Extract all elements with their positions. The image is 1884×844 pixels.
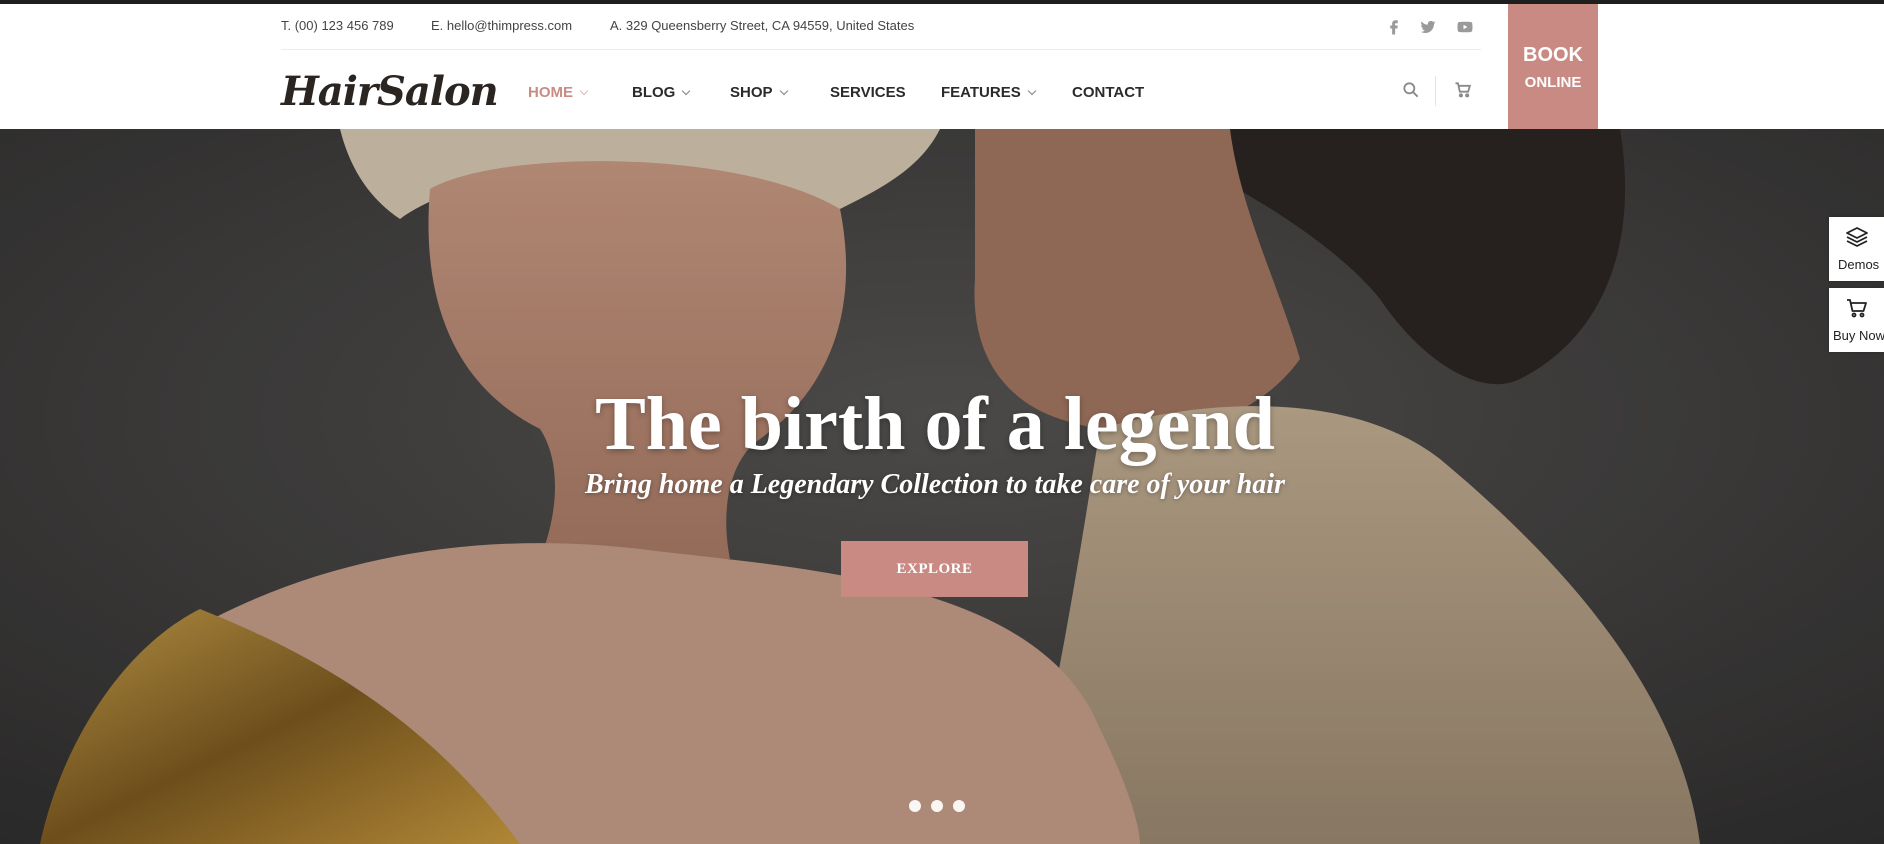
nav-services-label: SERVICES	[830, 84, 906, 101]
layers-icon	[1845, 225, 1869, 249]
buy-now-label: Buy Now	[1833, 328, 1884, 343]
hero-slider: The birth of a legend Bring home a Legen…	[0, 129, 1884, 844]
slider-pagination	[909, 800, 965, 814]
site-logo[interactable]: HairSalon	[281, 68, 499, 115]
search-icon[interactable]	[1401, 80, 1421, 100]
cart-icon	[1845, 296, 1869, 320]
explore-button[interactable]: EXPLORE	[841, 541, 1028, 597]
nav-shop[interactable]: SHOP	[730, 84, 788, 101]
chevron-down-icon	[682, 86, 691, 95]
online-label: ONLINE	[1524, 74, 1582, 91]
buy-now-button[interactable]: Buy Now	[1829, 288, 1884, 352]
youtube-icon[interactable]	[1455, 18, 1475, 36]
nav-services[interactable]: SERVICES	[830, 84, 906, 101]
nav-blog-label: BLOG	[632, 84, 676, 101]
nav-contact[interactable]: CONTACT	[1072, 84, 1144, 101]
header-divider	[1435, 76, 1436, 106]
slide-dot-1[interactable]	[909, 800, 921, 812]
address-text: A. 329 Queensberry Street, CA 94559, Uni…	[610, 18, 915, 33]
nav-features-label: FEATURES	[941, 84, 1021, 101]
book-ribbon-shape	[1508, 4, 1598, 141]
twitter-icon[interactable]	[1419, 18, 1437, 36]
chevron-down-icon	[1027, 86, 1036, 95]
nav-home[interactable]: HOME	[528, 84, 589, 101]
book-label: BOOK	[1523, 44, 1583, 66]
book-online-button[interactable]: BOOK ONLINE	[1508, 4, 1598, 141]
nav-blog[interactable]: BLOG	[632, 84, 691, 101]
chevron-down-icon	[779, 86, 788, 95]
main-navigation: HairSalon HOME BLOG SHOP SERVICES FEATUR…	[0, 50, 1884, 129]
hero-title: The birth of a legend	[595, 382, 1275, 466]
demos-button[interactable]: Demos	[1829, 217, 1884, 281]
email-link[interactable]: E. hello@thimpress.com	[431, 18, 572, 33]
slide-dot-3[interactable]	[953, 800, 965, 812]
nav-home-label: HOME	[528, 84, 573, 101]
chevron-down-icon	[579, 86, 589, 95]
facebook-icon[interactable]	[1385, 18, 1403, 36]
top-info-bar: T. (00) 123 456 789 E. hello@thimpress.c…	[281, 4, 1481, 50]
slide-dot-2[interactable]	[931, 800, 943, 812]
cart-icon[interactable]	[1453, 80, 1473, 100]
nav-shop-label: SHOP	[730, 84, 773, 101]
phone-text: T. (00) 123 456 789	[281, 18, 394, 33]
site-header: T. (00) 123 456 789 E. hello@thimpress.c…	[0, 4, 1884, 129]
nav-contact-label: CONTACT	[1072, 84, 1145, 101]
demos-label: Demos	[1838, 257, 1880, 272]
hero-subtitle: Bring home a Legendary Collection to tak…	[585, 469, 1285, 500]
nav-features[interactable]: FEATURES	[941, 84, 1036, 101]
